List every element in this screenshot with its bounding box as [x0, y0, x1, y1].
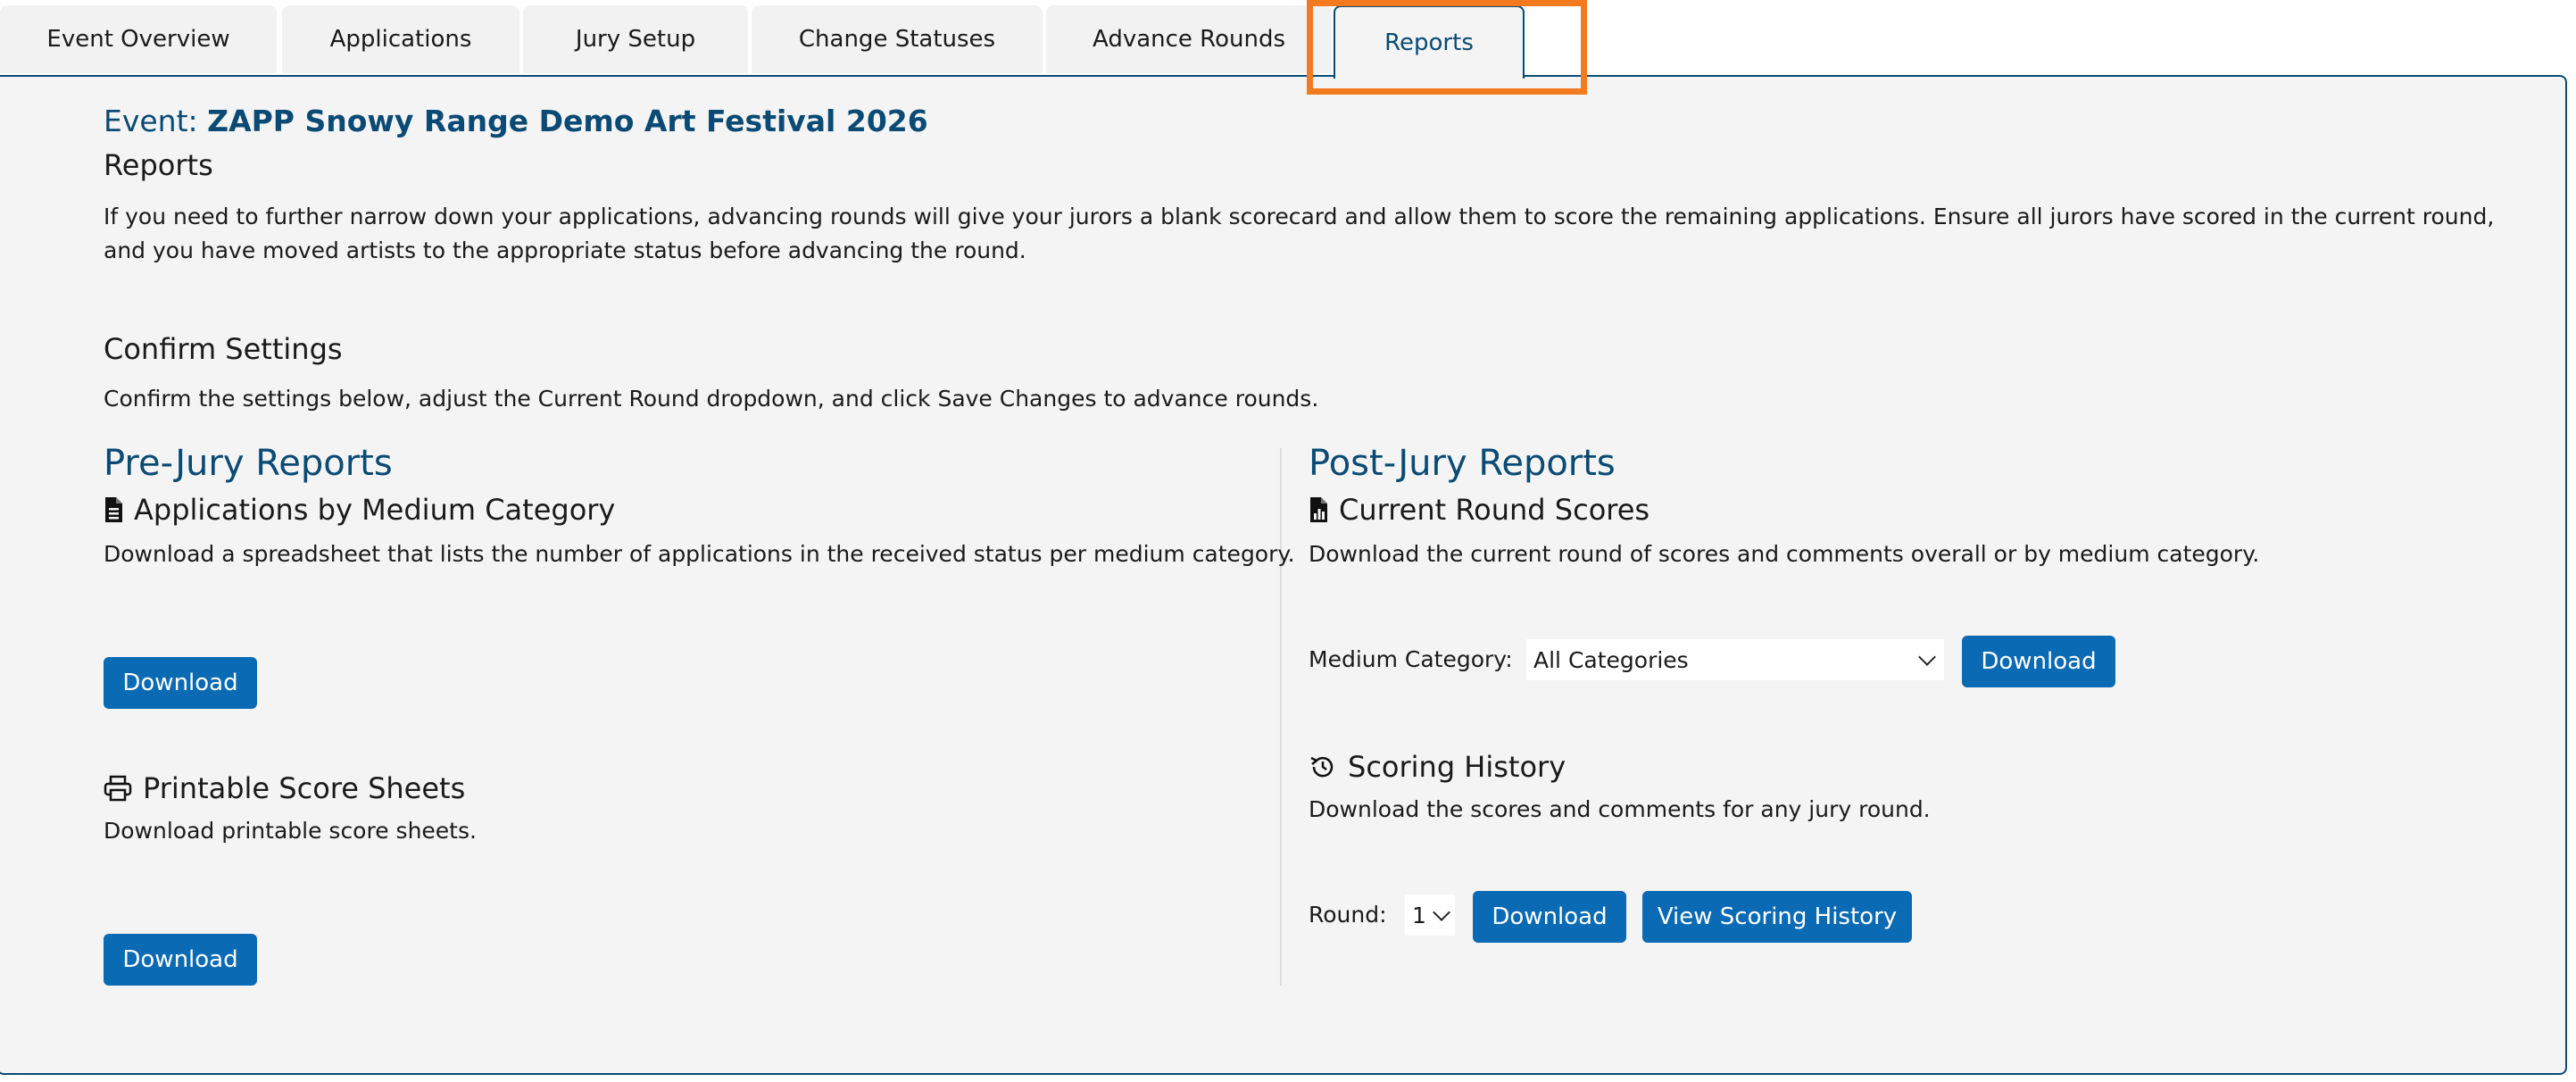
chevron-down-icon: [1433, 903, 1450, 921]
tab-advance-rounds[interactable]: Advance Rounds: [1046, 5, 1332, 73]
current-round-scores-heading: Current Round Scores: [1309, 493, 1649, 527]
round-label: Round:: [1309, 902, 1387, 928]
tab-label: Reports: [1384, 29, 1474, 56]
confirm-settings-heading: Confirm Settings: [104, 332, 343, 366]
tab-event-overview[interactable]: Event Overview: [0, 5, 277, 73]
printable-score-sheets-desc: Download printable score sheets.: [104, 818, 477, 844]
post-jury-title: Post-Jury Reports: [1309, 443, 1616, 484]
page-title: Reports: [104, 148, 213, 182]
tab-label: Advance Rounds: [1093, 26, 1285, 53]
event-prefix: Event:: [104, 104, 198, 138]
applications-by-medium-desc: Download a spreadsheet that lists the nu…: [104, 541, 1295, 567]
event-title: Event: ZAPP Snowy Range Demo Art Festiva…: [104, 104, 928, 138]
tab-applications[interactable]: Applications: [282, 5, 519, 73]
section-heading-text: Scoring History: [1348, 750, 1566, 784]
download-scoring-history-button[interactable]: Download: [1473, 891, 1626, 943]
medium-category-select[interactable]: All Categories: [1526, 639, 1944, 680]
applications-by-medium-heading: Applications by Medium Category: [104, 493, 615, 527]
intro-text: If you need to further narrow down your …: [104, 204, 2495, 263]
section-heading-text: Current Round Scores: [1339, 493, 1650, 527]
scoring-history-heading: Scoring History: [1309, 750, 1566, 784]
event-name: ZAPP Snowy Range Demo Art Festival 2026: [207, 104, 928, 138]
section-heading-text: Printable Score Sheets: [143, 771, 466, 805]
file-chart-icon: [1309, 496, 1328, 523]
tab-bar: Event Overview Applications Jury Setup C…: [0, 0, 2576, 79]
download-medium-category-button[interactable]: Download: [104, 657, 257, 709]
scoring-history-desc: Download the scores and comments for any…: [1309, 796, 1931, 822]
confirm-settings-text: Confirm the settings below, adjust the C…: [104, 386, 1319, 412]
medium-category-value: All Categories: [1533, 646, 1689, 673]
tab-label: Event Overview: [46, 26, 230, 53]
tab-change-statuses[interactable]: Change Statuses: [752, 5, 1043, 73]
section-heading-text: Applications by Medium Category: [134, 493, 616, 527]
file-text-icon: [104, 496, 123, 523]
view-scoring-history-button[interactable]: View Scoring History: [1642, 891, 1912, 943]
pre-jury-title: Pre-Jury Reports: [104, 443, 393, 484]
medium-category-label: Medium Category:: [1309, 646, 1513, 672]
current-round-scores-desc: Download the current round of scores and…: [1309, 541, 2260, 567]
column-divider: [1280, 448, 1282, 986]
download-current-round-button[interactable]: Download: [1962, 636, 2115, 687]
printer-icon: [104, 775, 132, 802]
tab-jury-setup[interactable]: Jury Setup: [523, 5, 748, 73]
tab-label: Jury Setup: [575, 26, 696, 53]
chevron-down-icon: [1918, 648, 1936, 666]
round-select[interactable]: 1: [1405, 895, 1455, 936]
printable-score-sheets-heading: Printable Score Sheets: [104, 771, 465, 805]
round-value: 1: [1412, 902, 1426, 928]
tab-label: Change Statuses: [798, 26, 996, 53]
download-score-sheets-button[interactable]: Download: [104, 934, 257, 986]
history-icon: [1309, 753, 1337, 780]
tab-reports[interactable]: Reports: [1334, 5, 1525, 79]
tab-label: Applications: [329, 26, 472, 53]
